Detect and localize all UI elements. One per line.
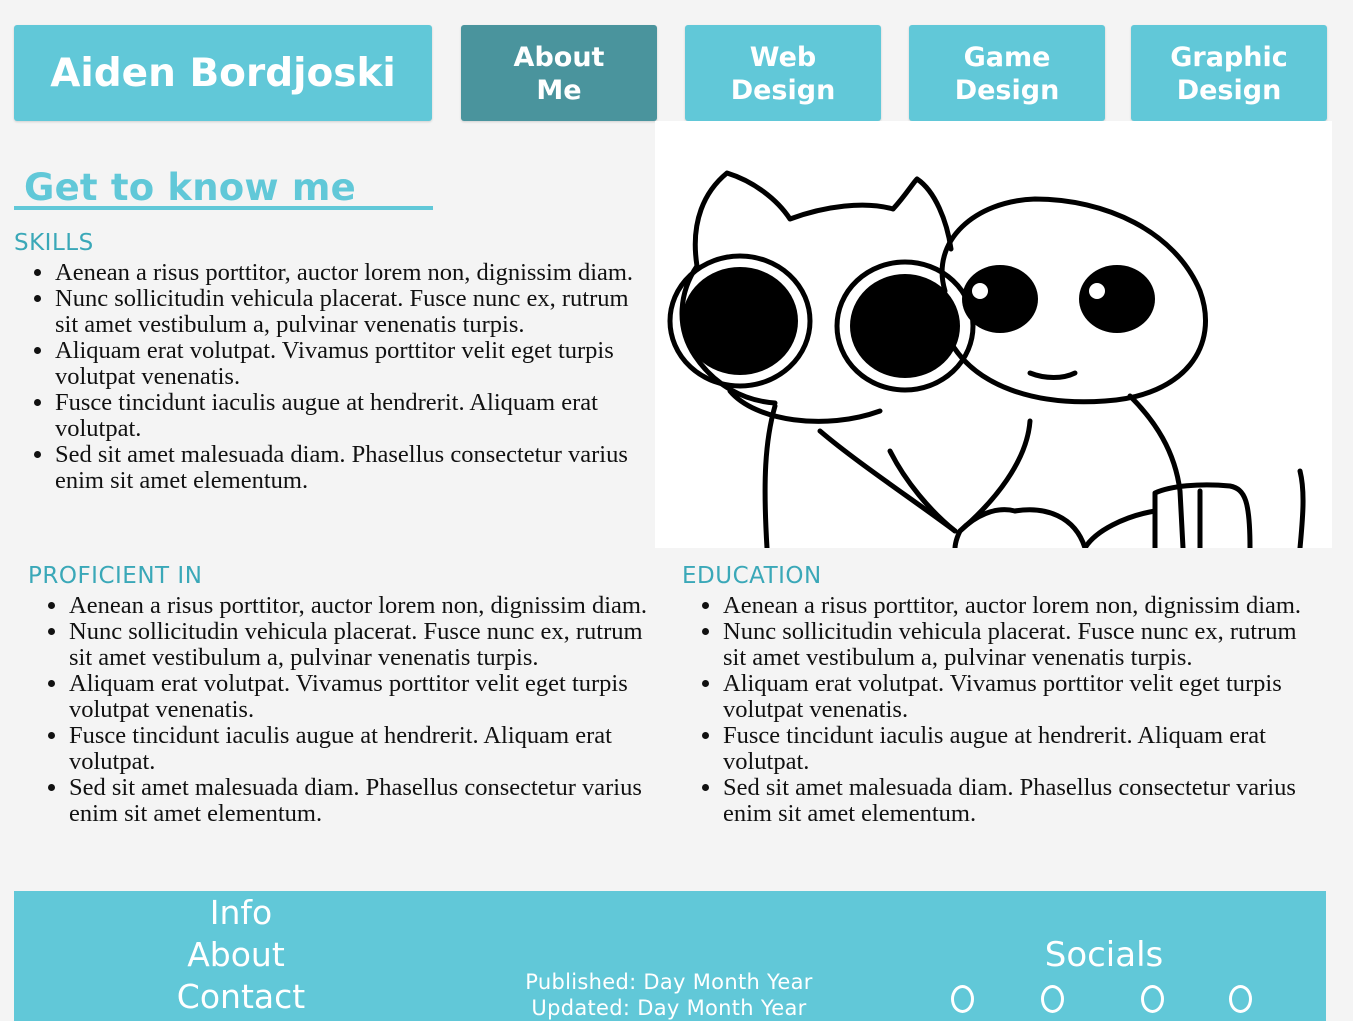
footer-link-contact[interactable]: Contact — [121, 977, 361, 1016]
nav-game-design[interactable]: Game Design — [909, 25, 1105, 121]
list-item: Nunc sollicitudin vehicula placerat. Fus… — [69, 619, 669, 671]
nav-web-design[interactable]: Web Design — [685, 25, 881, 121]
page-title: Get to know me — [24, 166, 356, 209]
updated-date: Updated: Day Month Year — [531, 996, 807, 1020]
title-underline — [14, 206, 433, 210]
list-item: Fusce tincidunt iaculis augue at hendrer… — [723, 723, 1323, 775]
list-item: Aenean a risus porttitor, auctor lorem n… — [55, 260, 655, 286]
nav-about-me[interactable]: About Me — [461, 25, 657, 121]
list-item: Aenean a risus porttitor, auctor lorem n… — [723, 593, 1323, 619]
skills-heading: SKILLS — [14, 230, 94, 256]
footer: Info About Contact Published: Day Month … — [14, 891, 1326, 1021]
list-item: Aenean a risus porttitor, auctor lorem n… — [69, 593, 669, 619]
portrait-image — [655, 121, 1332, 548]
nav-graphic-design[interactable]: Graphic Design — [1131, 25, 1327, 121]
social-link-icon[interactable] — [951, 985, 974, 1013]
list-item: Sed sit amet malesuada diam. Phasellus c… — [69, 775, 669, 827]
footer-link-about[interactable]: About — [116, 935, 356, 974]
brand-logo[interactable]: Aiden Bordjoski — [14, 25, 432, 121]
list-item: Fusce tincidunt iaculis augue at hendrer… — [69, 723, 669, 775]
cartoon-characters-drawing — [667, 170, 1306, 548]
published-date: Published: Day Month Year — [525, 970, 813, 994]
education-heading: EDUCATION — [682, 563, 822, 589]
list-item: Sed sit amet malesuada diam. Phasellus c… — [723, 775, 1323, 827]
education-list: Aenean a risus porttitor, auctor lorem n… — [682, 593, 1323, 827]
list-item: Sed sit amet malesuada diam. Phasellus c… — [55, 442, 655, 494]
list-item: Aliquam erat volutpat. Vivamus porttitor… — [55, 338, 655, 390]
list-item: Aliquam erat volutpat. Vivamus porttitor… — [723, 671, 1323, 723]
social-link-icon[interactable] — [1229, 985, 1252, 1013]
footer-link-info[interactable]: Info — [121, 893, 361, 932]
proficient-list: Aenean a risus porttitor, auctor lorem n… — [28, 593, 669, 827]
list-item: Aliquam erat volutpat. Vivamus porttitor… — [69, 671, 669, 723]
list-item: Fusce tincidunt iaculis augue at hendrer… — [55, 390, 655, 442]
list-item: Nunc sollicitudin vehicula placerat. Fus… — [55, 286, 655, 338]
socials-heading: Socials — [1044, 935, 1164, 975]
proficient-heading: PROFICIENT IN — [28, 563, 203, 589]
skills-list: Aenean a risus porttitor, auctor lorem n… — [14, 260, 655, 494]
social-link-icon[interactable] — [1041, 985, 1064, 1013]
social-link-icon[interactable] — [1141, 985, 1164, 1013]
list-item: Nunc sollicitudin vehicula placerat. Fus… — [723, 619, 1323, 671]
